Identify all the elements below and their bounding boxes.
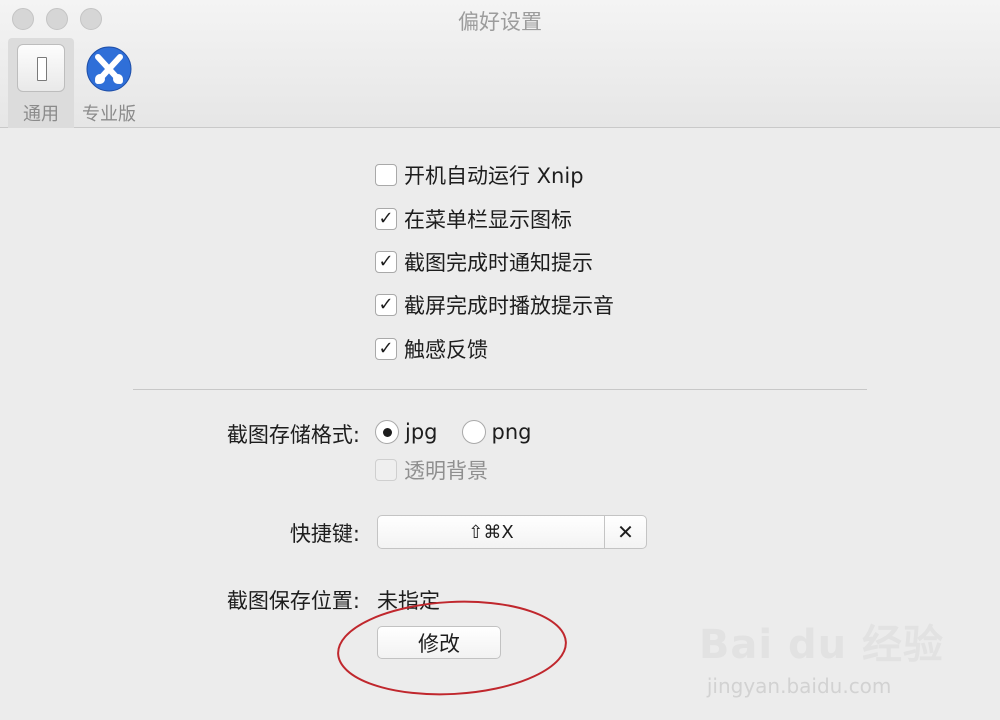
checkbox[interactable]: ✓ [375,338,397,360]
option-label: 在菜单栏显示图标 [404,208,572,232]
shortcut-keys[interactable]: ⇧⌘X [378,516,605,548]
tab-general[interactable]: 通用 [8,38,74,128]
xnip-logo-icon [86,46,132,92]
radio-png[interactable] [461,420,486,444]
checkbox[interactable]: ✓ [375,208,397,230]
option-transparent-background: 透明背景 [375,455,488,485]
option-label: 透明背景 [404,459,488,483]
save-location-value: 未指定 [377,589,440,613]
option-notify-on-capture[interactable]: ✓ 截图完成时通知提示 [375,247,593,277]
divider [133,389,867,390]
watermark-logo: Bai du 经验 [698,622,944,668]
checkmark-icon: ✓ [378,251,394,272]
radio-jpg[interactable] [375,420,399,444]
window-title: 偏好设置 [458,10,542,34]
shortcut-label: 快捷键: [289,522,360,546]
modify-button[interactable]: 修改 [377,626,501,659]
tab-pro-label: 专业版 [82,104,136,125]
format-radio-group: jpg png [375,417,555,447]
checkmark-icon: ✓ [378,208,394,229]
option-label: 开机自动运行 Xnip [404,164,584,188]
tab-general-label: 通用 [23,104,59,125]
checkbox-disabled [375,459,397,481]
option-show-menubar-icon[interactable]: ✓ 在菜单栏显示图标 [375,204,572,234]
switch-icon [17,44,65,92]
watermark: Bai du 经验 jingyan.baidu.com [699,612,944,698]
save-location-label: 截图保存位置: [226,589,360,613]
tab-pro[interactable]: 专业版 [76,38,142,128]
preferences-window: 偏好设置 通用 专业版 开机自动运行 Xnip ✓ 在菜单栏显示图标 ✓ 截图完… [0,0,1000,720]
checkbox[interactable] [375,164,397,186]
clear-shortcut-button[interactable]: ✕ [605,516,646,548]
option-launch-at-login[interactable]: 开机自动运行 Xnip [375,160,584,190]
watermark-url: jingyan.baidu.com [706,674,892,698]
option-label: 触感反馈 [404,338,488,362]
title-bar: 偏好设置 通用 专业版 [0,0,1000,128]
checkmark-icon: ✓ [378,294,394,315]
radio-jpg-label: jpg [405,420,438,444]
option-label: 截屏完成时播放提示音 [404,294,614,318]
radio-png-label: png [491,420,532,444]
option-play-sound[interactable]: ✓ 截屏完成时播放提示音 [375,290,614,320]
shortcut-field[interactable]: ⇧⌘X ✕ [377,515,647,549]
format-label: 截图存储格式: [226,423,360,447]
checkbox[interactable]: ✓ [375,294,397,316]
option-haptic-feedback[interactable]: ✓ 触感反馈 [375,334,488,364]
checkmark-icon: ✓ [378,338,394,359]
checkbox[interactable]: ✓ [375,251,397,273]
option-label: 截图完成时通知提示 [404,251,593,275]
